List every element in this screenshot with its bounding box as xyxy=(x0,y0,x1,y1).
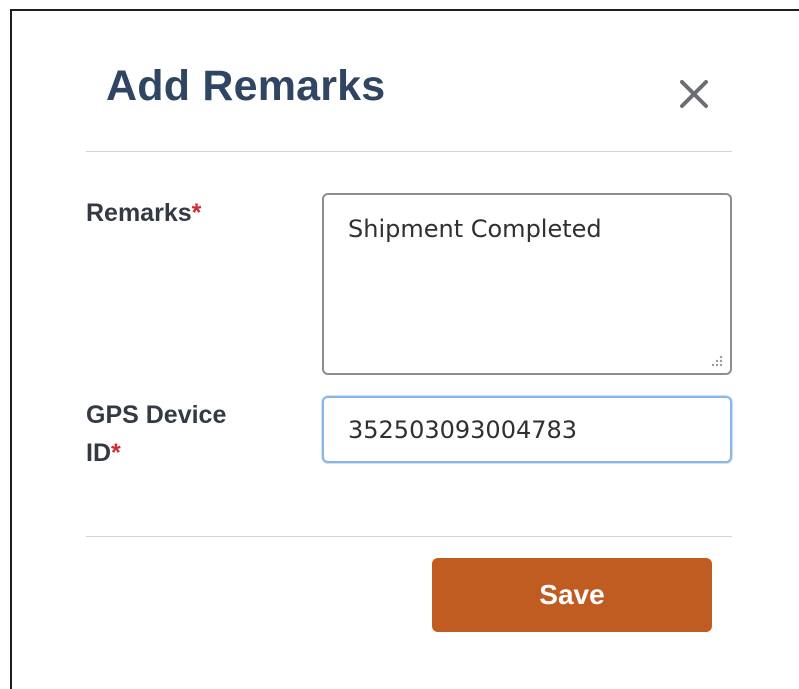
close-icon[interactable] xyxy=(674,74,714,114)
save-button[interactable]: Save xyxy=(432,558,712,632)
gps-device-id-input[interactable] xyxy=(322,396,732,463)
gps-label-line2-wrap: ID* xyxy=(86,434,226,472)
remarks-label-text: Remarks xyxy=(86,199,192,227)
header-divider xyxy=(86,151,732,152)
gps-device-id-label: GPS Device ID* xyxy=(86,396,226,472)
gps-label-line2: ID xyxy=(86,439,111,467)
gps-label-line1: GPS Device xyxy=(86,401,227,429)
modal-title: Add Remarks xyxy=(106,62,386,110)
remarks-textarea[interactable]: Shipment Completed xyxy=(322,193,732,375)
required-marker: * xyxy=(191,199,202,227)
resize-grip-icon[interactable] xyxy=(708,354,724,370)
footer-divider xyxy=(86,536,732,537)
required-marker: * xyxy=(111,439,121,467)
remarks-label: Remarks* xyxy=(86,194,201,232)
